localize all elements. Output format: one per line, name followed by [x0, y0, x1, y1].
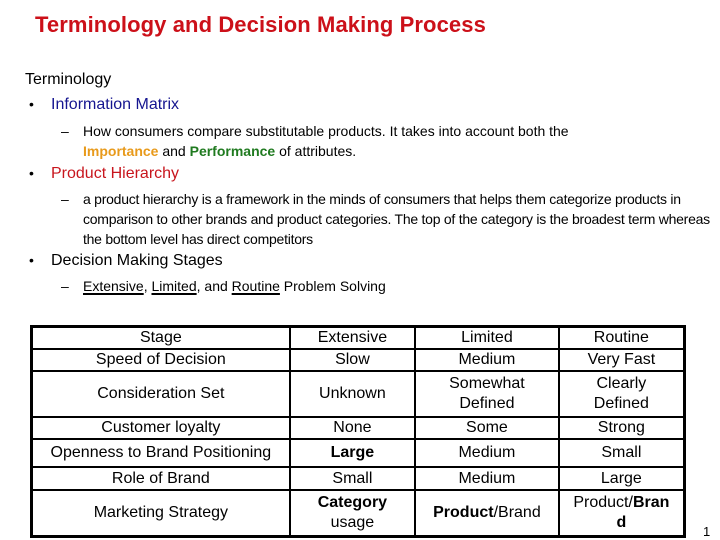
sub-text-rest: Problem Solving — [279, 278, 386, 294]
sub-bullet-product-hierarchy: – a product hierarchy is a framework in … — [61, 189, 720, 249]
bullet-icon: • — [29, 165, 34, 181]
cell-line: Somewhat — [449, 375, 525, 392]
limited-link-text: Limited — [151, 278, 197, 294]
cell-routine: Very Fast — [557, 348, 686, 372]
cell-limited: Product/Brand — [414, 489, 560, 537]
importance-highlight: Importance — [83, 143, 159, 159]
row-label: Customer loyalty — [30, 416, 291, 440]
cell-limited: Medium — [414, 466, 560, 491]
section-heading: Terminology — [25, 71, 112, 88]
table-row: Customer loyalty None Some Strong — [30, 416, 686, 440]
header-limited: Limited — [414, 325, 560, 350]
sub-text: Extensive, Limited, and Routine Problem … — [83, 276, 720, 296]
header-stage: Stage — [30, 325, 291, 350]
cell-line: Defined — [593, 395, 649, 412]
sub-bullet-decision-making-stages: – Extensive, Limited, and Routine Proble… — [61, 276, 720, 296]
dash-icon: – — [61, 191, 69, 207]
cell-line: usage — [330, 513, 375, 531]
slide-title: Terminology and Decision Making Process — [35, 12, 486, 37]
cell-routine: Strong — [557, 416, 686, 440]
cell-limited: Medium — [414, 438, 560, 468]
row-label: Consideration Set — [30, 370, 291, 418]
cell-limited: Medium — [414, 348, 560, 372]
cell-routine: Clearly Defined — [557, 370, 686, 418]
row-label: Role of Brand — [30, 466, 291, 491]
dash-icon: – — [61, 278, 69, 294]
term-product-hierarchy: Product Hierarchy — [51, 165, 180, 182]
cell-line: Clearly — [596, 375, 647, 392]
table-header-row: Stage Extensive Limited Routine — [30, 325, 686, 350]
cell-routine: Small — [557, 438, 686, 468]
bullet-decision-making-stages: • Decision Making Stages — [29, 252, 223, 270]
row-label: Openness to Brand Positioning — [30, 438, 291, 468]
cell-plain-part: Product/ — [573, 493, 633, 511]
sub-text: How consumers compare substitutable prod… — [83, 121, 720, 161]
cell-extensive: Small — [288, 466, 417, 491]
cell-line: Category — [317, 493, 388, 511]
term-decision-making-stages: Decision Making Stages — [51, 252, 223, 269]
sub-bullet-information-matrix: – How consumers compare substitutable pr… — [61, 121, 720, 161]
bullet-icon: • — [29, 252, 34, 268]
bullet-product-hierarchy: • Product Hierarchy — [29, 165, 179, 183]
term-information-matrix: Information Matrix — [51, 96, 180, 113]
row-label: Marketing Strategy — [30, 489, 291, 537]
row-label: Speed of Decision — [30, 348, 291, 372]
cell-extensive: Large — [288, 438, 417, 468]
sub-text-line: How consumers compare substitutable prod… — [83, 123, 569, 139]
cell-bold-part: Bran — [632, 493, 670, 511]
cell-bold-part: Product — [433, 503, 494, 521]
extensive-link-text: Extensive — [83, 278, 144, 294]
table-row: Marketing Strategy Category usage Product… — [30, 489, 686, 537]
table-row: Role of Brand Small Medium Large — [30, 466, 686, 491]
cell-extensive: Unknown — [288, 370, 417, 418]
cell-routine: Large — [557, 466, 686, 491]
header-routine: Routine — [557, 325, 686, 350]
table-row: Openness to Brand Positioning Large Medi… — [30, 438, 686, 468]
performance-highlight: Performance — [189, 143, 276, 159]
sub-text: a product hierarchy is a framework in th… — [83, 191, 710, 247]
bullet-information-matrix: • Information Matrix — [29, 96, 179, 114]
routine-link-text: Routine — [231, 278, 280, 294]
dash-icon: – — [61, 123, 69, 139]
cell-limited: Somewhat Defined — [414, 370, 560, 418]
cell-extensive: None — [288, 416, 417, 440]
cell-bold-part: d — [616, 513, 627, 531]
table-row: Speed of Decision Slow Medium Very Fast — [30, 348, 686, 372]
cell-extensive: Slow — [288, 348, 417, 372]
page-number: 1 — [703, 524, 711, 539]
header-extensive: Extensive — [288, 325, 417, 350]
cell-plain-part: /Brand — [493, 503, 541, 521]
cell-limited: Some — [414, 416, 560, 440]
sub-text-rest: of attributes. — [279, 143, 357, 159]
cell-line: Defined — [459, 395, 515, 412]
cell-routine: Product/Bran d — [557, 489, 686, 537]
bullet-icon: • — [29, 96, 34, 112]
decision-stages-table: Stage Extensive Limited Routine Speed of… — [30, 325, 686, 538]
table-row: Consideration Set Unknown Somewhat Define… — [30, 370, 686, 418]
sub-text-connector: and — [162, 143, 186, 159]
cell-extensive: Category usage — [288, 489, 417, 537]
sub-text-sep: , and — [196, 278, 232, 294]
